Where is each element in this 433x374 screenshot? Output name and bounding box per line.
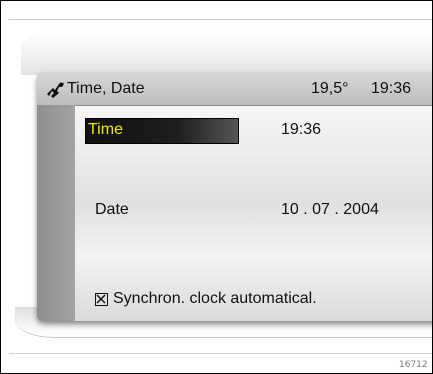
- display-screen: Time, Date 19,5° 19:36 Time 19:36 Date 1…: [37, 73, 432, 321]
- bezel-bottom-line: [9, 353, 432, 354]
- time-label: Time: [88, 121, 123, 138]
- figure-reference-code: 16712: [399, 360, 428, 370]
- figure-frame: Time, Date 19,5° 19:36 Time 19:36 Date 1…: [0, 0, 433, 374]
- sync-checkbox[interactable]: [95, 293, 108, 306]
- sidebar: [37, 105, 75, 321]
- settings-panel: Time 19:36 Date 10 . 07 . 2004 Synchron.…: [75, 105, 432, 321]
- check-cross-icon: [96, 294, 106, 304]
- bezel-top-line: [9, 19, 432, 20]
- bezel-top: [21, 29, 432, 75]
- sync-label[interactable]: Synchron. clock automatical.: [113, 290, 317, 308]
- screen-title: Time, Date: [67, 80, 145, 97]
- date-value[interactable]: 10 . 07 . 2004: [281, 201, 379, 219]
- title-bar: Time, Date 19,5° 19:36: [37, 73, 432, 105]
- outside-temperature: 19,5°: [311, 80, 349, 97]
- header-clock: 19:36: [371, 80, 412, 97]
- date-label[interactable]: Date: [95, 201, 129, 219]
- clock-settings-icon: [47, 82, 64, 98]
- time-setting-selected[interactable]: Time: [85, 118, 239, 144]
- time-value[interactable]: 19:36: [281, 121, 321, 139]
